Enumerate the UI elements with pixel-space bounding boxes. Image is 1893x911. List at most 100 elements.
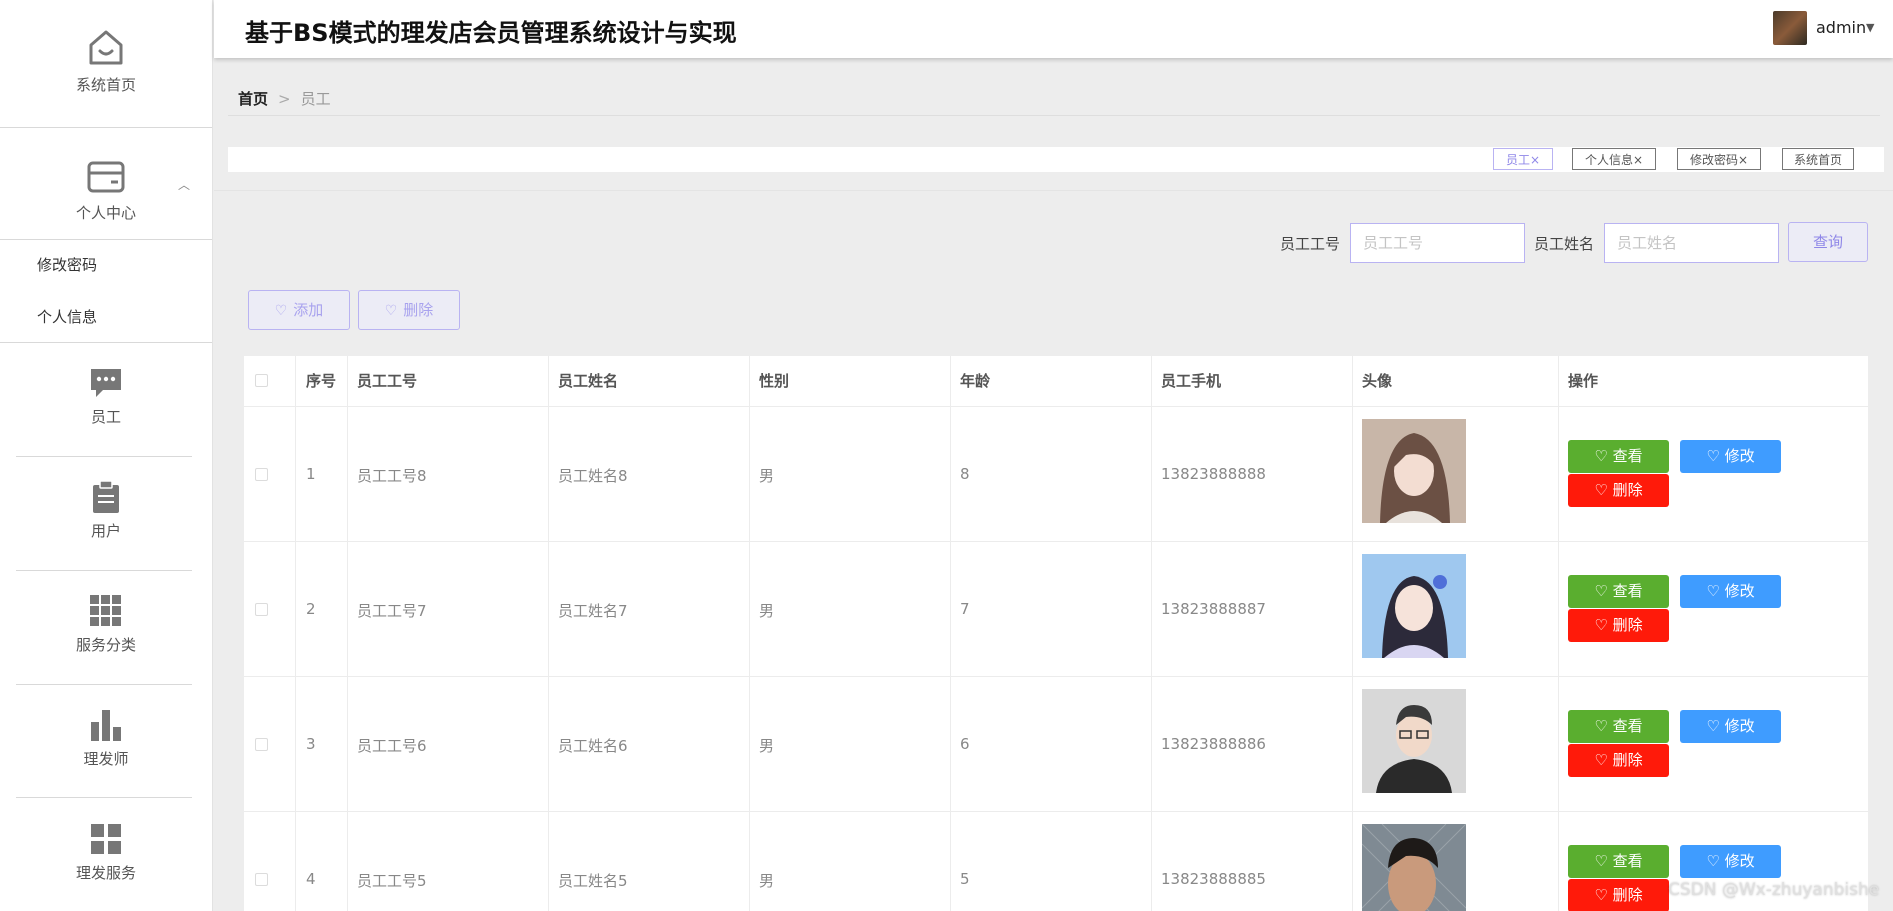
column-divider xyxy=(548,356,549,911)
view-button[interactable]: ♡ 查看 xyxy=(1568,845,1669,878)
employee-avatar-photo[interactable] xyxy=(1362,419,1466,523)
view-button[interactable]: ♡ 查看 xyxy=(1568,710,1669,743)
edit-button[interactable]: ♡ 修改 xyxy=(1680,440,1781,473)
column-divider xyxy=(749,356,750,911)
heart-icon: ♡ xyxy=(1706,852,1725,870)
heart-icon: ♡ xyxy=(1594,447,1613,465)
cell-age: 7 xyxy=(960,600,970,618)
cell-phone: 13823888888 xyxy=(1161,465,1266,483)
cell-employee-name: 员工姓名8 xyxy=(558,467,628,485)
divider xyxy=(16,570,192,571)
sidebar-item-barber[interactable]: 理发师 xyxy=(0,708,212,769)
employee-table: 序号 员工工号 员工姓名 性别 年龄 员工手机 头像 操作 1 员工工号8 员工… xyxy=(244,356,1868,911)
row-delete-button[interactable]: ♡ 删除 xyxy=(1568,474,1669,507)
sidebar-item-user[interactable]: 用户 xyxy=(0,480,212,541)
sidebar-item-barber-service-label: 理发服务 xyxy=(75,864,136,882)
row-divider xyxy=(244,676,1868,677)
grid-icon xyxy=(90,595,121,626)
add-button[interactable]: ♡ 添加 xyxy=(248,290,350,330)
delete-button[interactable]: ♡ 删除 xyxy=(358,290,460,330)
heart-icon: ♡ xyxy=(384,303,398,319)
delete-button-label: 删除 xyxy=(403,301,434,319)
column-header-phone: 员工手机 xyxy=(1161,372,1222,390)
row-checkbox[interactable] xyxy=(255,603,268,616)
column-header-employee-name: 员工姓名 xyxy=(558,372,619,390)
row-checkbox[interactable] xyxy=(255,873,268,886)
edit-button[interactable]: ♡ 修改 xyxy=(1680,845,1781,878)
row-delete-button-label: 删除 xyxy=(1612,481,1643,499)
sidebar-item-service-category[interactable]: 服务分类 xyxy=(0,594,212,655)
row-checkbox[interactable] xyxy=(255,738,268,751)
sidebar-sub-change-password[interactable]: 修改密码 xyxy=(37,254,97,275)
employee-avatar-photo[interactable] xyxy=(1362,689,1466,793)
sidebar-item-barber-service[interactable]: 理发服务 xyxy=(0,822,212,883)
employee-id-input[interactable] xyxy=(1350,223,1525,263)
cell-employee-id: 员工工号8 xyxy=(357,467,427,485)
card-icon xyxy=(87,161,125,193)
tag-home[interactable]: 系统首页 xyxy=(1782,148,1854,170)
tag-change-password[interactable]: 修改密码× xyxy=(1677,148,1761,170)
avatar[interactable] xyxy=(1773,11,1807,45)
view-button-label: 查看 xyxy=(1612,582,1643,600)
employee-avatar-photo[interactable] xyxy=(1362,554,1466,658)
column-divider xyxy=(1151,356,1152,911)
divider xyxy=(16,797,192,798)
edit-button-label: 修改 xyxy=(1724,582,1755,600)
edit-button-label: 修改 xyxy=(1724,852,1755,870)
sidebar-sub-personal-info[interactable]: 个人信息 xyxy=(37,306,97,327)
divider xyxy=(16,456,192,457)
column-divider xyxy=(1352,356,1353,911)
chevron-up-icon[interactable]: ︿ xyxy=(178,176,190,193)
cell-age: 8 xyxy=(960,465,970,483)
cell-phone: 13823888887 xyxy=(1161,600,1266,618)
caret-down-icon[interactable]: ▼ xyxy=(1866,21,1874,34)
column-divider xyxy=(347,356,348,911)
username[interactable]: admin xyxy=(1816,18,1866,37)
row-delete-button-label: 删除 xyxy=(1612,751,1643,769)
view-button[interactable]: ♡ 查看 xyxy=(1568,440,1669,473)
row-checkbox[interactable] xyxy=(255,468,268,481)
heart-icon: ♡ xyxy=(1706,447,1725,465)
cell-employee-name: 员工姓名7 xyxy=(558,602,628,620)
sidebar-item-user-label: 用户 xyxy=(90,522,121,540)
row-delete-button-label: 删除 xyxy=(1612,616,1643,634)
select-all-checkbox[interactable] xyxy=(255,374,268,387)
column-divider xyxy=(950,356,951,911)
cell-phone: 13823888885 xyxy=(1161,870,1266,888)
employee-avatar-photo[interactable] xyxy=(1362,824,1466,911)
breadcrumb-home[interactable]: 首页 xyxy=(238,90,268,108)
query-button[interactable]: 查询 xyxy=(1788,222,1868,262)
column-header-avatar: 头像 xyxy=(1362,372,1393,390)
employee-name-input[interactable] xyxy=(1604,223,1779,263)
edit-button[interactable]: ♡ 修改 xyxy=(1680,710,1781,743)
sidebar-item-employee[interactable]: 员工 xyxy=(0,366,212,427)
sidebar-item-home[interactable]: 系统首页 xyxy=(0,26,212,95)
row-delete-button-label: 删除 xyxy=(1612,886,1643,904)
divider xyxy=(0,239,212,240)
cell-index: 4 xyxy=(306,870,316,888)
row-delete-button[interactable]: ♡ 删除 xyxy=(1568,879,1669,911)
cell-gender: 男 xyxy=(759,467,775,485)
cell-employee-id: 员工工号5 xyxy=(357,872,427,890)
heart-icon: ♡ xyxy=(274,303,288,319)
clipboard-icon xyxy=(93,480,119,513)
row-delete-button[interactable]: ♡ 删除 xyxy=(1568,744,1669,777)
divider xyxy=(0,342,212,343)
view-button-label: 查看 xyxy=(1612,717,1643,735)
edit-button[interactable]: ♡ 修改 xyxy=(1680,575,1781,608)
heart-icon: ♡ xyxy=(1594,852,1613,870)
divider xyxy=(214,190,1893,191)
tag-employee[interactable]: 员工× xyxy=(1493,148,1553,170)
sidebar-item-service-category-label: 服务分类 xyxy=(75,636,136,654)
sidebar-item-personal-center-label: 个人中心 xyxy=(75,204,136,222)
row-delete-button[interactable]: ♡ 删除 xyxy=(1568,609,1669,642)
sidebar-item-employee-label: 员工 xyxy=(90,408,121,426)
app-title: 基于BS模式的理发店会员管理系统设计与实现 xyxy=(245,19,737,47)
row-divider xyxy=(244,541,1868,542)
breadcrumb-separator: > xyxy=(278,90,291,108)
view-button-label: 查看 xyxy=(1612,852,1643,870)
tag-personal-info[interactable]: 个人信息× xyxy=(1572,148,1656,170)
view-button[interactable]: ♡ 查看 xyxy=(1568,575,1669,608)
cell-employee-id: 员工工号6 xyxy=(357,737,427,755)
cell-index: 3 xyxy=(306,735,316,753)
